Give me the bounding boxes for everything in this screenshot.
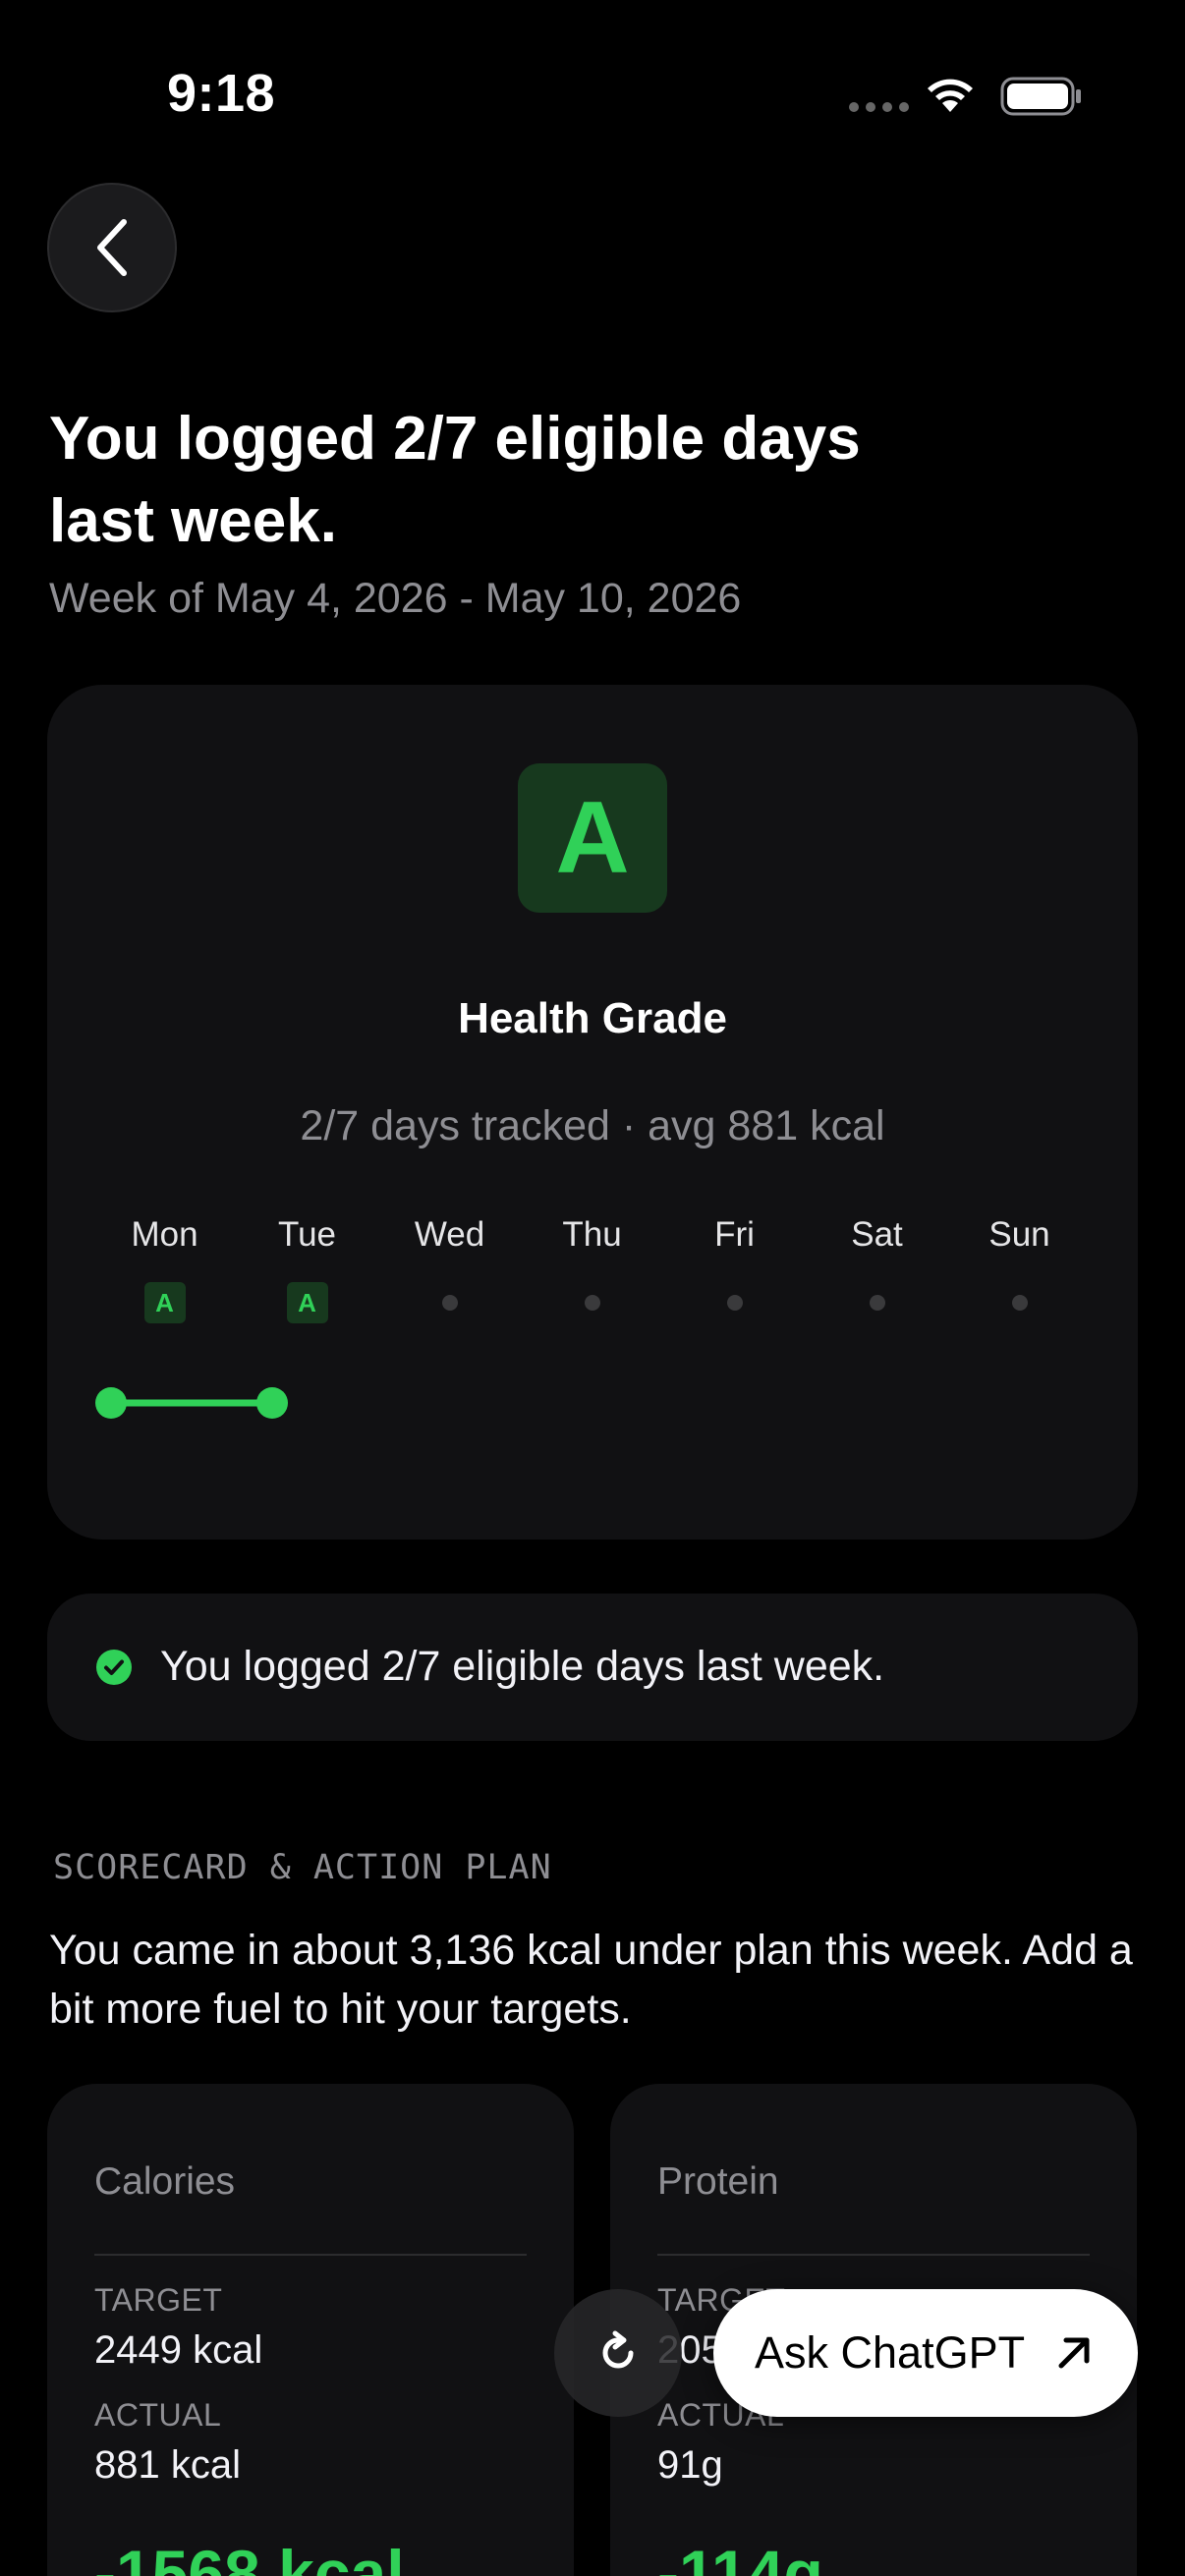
refresh-icon <box>602 2330 634 2369</box>
target-value: 2449 kcal <box>94 2328 263 2372</box>
chevron-left-icon <box>97 219 127 276</box>
target-label: TARGET <box>94 2282 223 2318</box>
status-time: 9:18 <box>167 64 276 123</box>
week-range: Week of May 4, 2026 - May 10, 2026 <box>49 575 742 622</box>
trend-point-mon <box>95 1387 127 1419</box>
section-label: SCORECARD & ACTION PLAN <box>53 1848 552 1887</box>
actual-label: ACTUAL <box>94 2397 222 2433</box>
status-bar: 9:18 <box>0 0 1185 187</box>
banner-text: You logged 2/7 eligible days last week. <box>160 1643 885 1690</box>
delta-value: -1568 kcal <box>94 2537 405 2576</box>
battery-icon <box>1000 77 1081 116</box>
metric-name: Protein <box>657 2160 779 2203</box>
ask-chatgpt-button[interactable]: Ask ChatGPT <box>713 2289 1138 2417</box>
calories-card: Calories TARGET 2449 kcal ACTUAL 881 kca… <box>47 2084 574 2576</box>
delta-value: -114g <box>657 2537 823 2576</box>
actual-value: 91g <box>657 2443 723 2487</box>
wifi-icon <box>928 79 973 112</box>
trend-point-tue <box>256 1387 288 1419</box>
logged-days-banner: You logged 2/7 eligible days last week. <box>47 1594 1138 1741</box>
arrow-up-right-icon <box>1058 2337 1090 2369</box>
actual-value: 881 kcal <box>94 2443 241 2487</box>
divider <box>657 2254 1090 2256</box>
back-button[interactable] <box>47 183 177 312</box>
check-circle-icon <box>96 1650 132 1685</box>
cellular-signal-icon <box>849 102 909 112</box>
health-grade-card: A Health Grade 2/7 days tracked · avg 88… <box>47 685 1138 1540</box>
metric-name: Calories <box>94 2160 236 2203</box>
ask-chatgpt-label: Ask ChatGPT <box>755 2327 1026 2378</box>
trend-line <box>95 1387 288 1419</box>
divider <box>94 2254 527 2256</box>
refresh-button[interactable] <box>554 2289 682 2417</box>
page-title: You logged 2/7 eligible days last week. <box>49 405 861 555</box>
scorecard-text: You came in about 3,136 kcal under plan … <box>49 1927 1133 2033</box>
